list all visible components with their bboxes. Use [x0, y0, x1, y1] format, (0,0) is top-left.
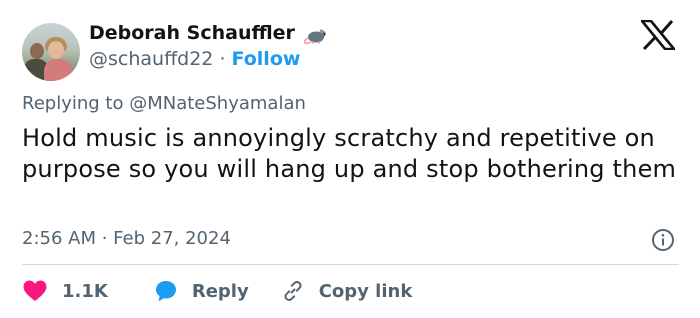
reply-context-prefix: Replying to: [22, 93, 130, 114]
avatar[interactable]: [22, 23, 80, 81]
link-icon: [284, 281, 302, 301]
tweet-timestamp[interactable]: 2:56 AM · Feb 27, 2024: [22, 228, 231, 249]
heart-icon: [23, 280, 47, 301]
avatar-person-left: [30, 43, 44, 59]
info-icon[interactable]: [651, 228, 675, 252]
avatar-person-right-body: [44, 59, 72, 81]
action-bar: 1.1K Reply Copy link: [22, 277, 412, 305]
divider: [22, 264, 679, 265]
follow-button[interactable]: Follow: [232, 48, 301, 70]
x-logo-icon[interactable]: [641, 20, 675, 50]
avatar-person-right: [48, 41, 64, 59]
rat-icon: [304, 29, 326, 45]
speech-bubble-icon: [155, 281, 176, 302]
handle-separator: ·: [213, 48, 232, 70]
reply-mention-link[interactable]: @MNateShyamalan: [129, 93, 306, 114]
reply-button[interactable]: Reply: [154, 279, 249, 303]
tweet-text: Hold music is annoyingly scratchy and re…: [22, 124, 677, 183]
like-button[interactable]: 1.1K: [22, 279, 108, 303]
author-name[interactable]: Deborah Schauffler: [89, 22, 295, 44]
reply-context: Replying to @MNateShyamalan: [22, 93, 306, 114]
copy-link-label: Copy link: [318, 280, 413, 302]
author-handle[interactable]: @schauffd22: [89, 48, 213, 70]
reply-label: Reply: [191, 280, 249, 302]
like-count: 1.1K: [62, 280, 108, 302]
copy-link-button[interactable]: Copy link: [281, 279, 413, 303]
handle-row: @schauffd22 · Follow: [89, 48, 300, 70]
